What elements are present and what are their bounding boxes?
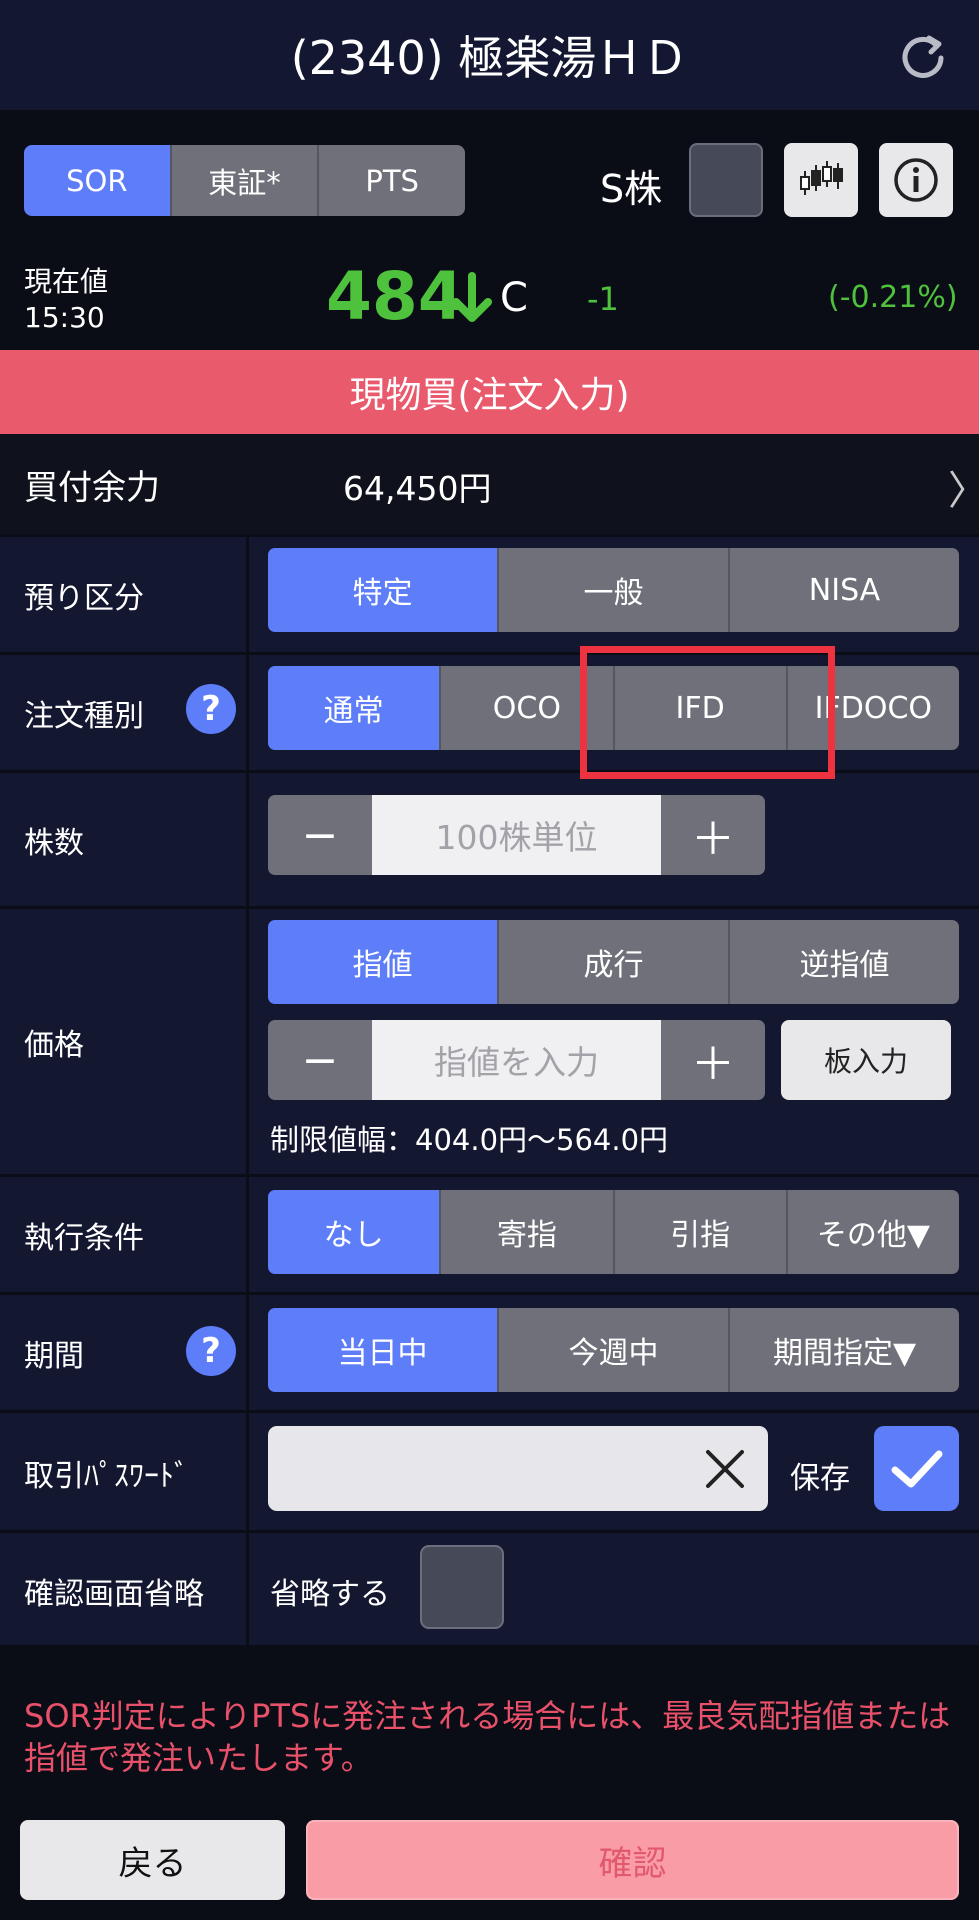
- current-price: 484: [326, 258, 464, 335]
- page-title: (2340) 極楽湯ＨＤ: [290, 31, 689, 85]
- price-type-limit[interactable]: 指値: [268, 920, 497, 1004]
- price-type-segment: 指値 成行 逆指値: [268, 920, 959, 1004]
- skip-confirm-label: 確認画面省略: [24, 1577, 204, 1612]
- execution-other[interactable]: その他▼: [785, 1190, 959, 1274]
- chevron-right-icon[interactable]: 〉: [948, 458, 979, 516]
- period-label: 期間: [24, 1339, 84, 1374]
- tab-sor[interactable]: SOR: [24, 145, 170, 216]
- deposit-option-tokutei[interactable]: 特定: [268, 548, 497, 632]
- checkmark-icon: [891, 1450, 942, 1487]
- deposit-option-ippan[interactable]: 一般: [497, 548, 728, 632]
- execution-label: 執行条件: [24, 1221, 144, 1256]
- current-price-label: 現在値 15:30: [24, 264, 108, 336]
- price-input[interactable]: 指値を入力: [372, 1020, 661, 1100]
- price-change: -1: [587, 280, 619, 318]
- buying-power-label: 買付余力: [24, 468, 160, 508]
- info-button[interactable]: [879, 143, 953, 217]
- shares-input[interactable]: 100株単位: [372, 795, 661, 875]
- period-custom[interactable]: 期間指定▼: [728, 1308, 959, 1392]
- password-label: 取引ﾊﾟｽﾜｰﾄﾞ: [24, 1459, 189, 1494]
- shares-minus-button[interactable]: −: [268, 795, 372, 875]
- skip-confirm-option-label: 省略する: [270, 1577, 390, 1612]
- sor-notice: SOR判定によりPTSに発注される場合には、最良気配指値または指値で発注いたしま…: [24, 1697, 951, 1777]
- period-this-week[interactable]: 今週中: [497, 1308, 728, 1392]
- confirm-button[interactable]: 確認: [306, 1820, 959, 1900]
- board-input-button[interactable]: 板入力: [781, 1020, 951, 1100]
- save-label: 保存: [790, 1461, 850, 1496]
- s-kabu-checkbox[interactable]: [689, 143, 763, 217]
- tab-pts[interactable]: PTS: [317, 145, 465, 216]
- highlight-box: [580, 646, 835, 779]
- price-type-stop[interactable]: 逆指値: [728, 920, 959, 1004]
- current-price-label-text: 現在値: [24, 265, 109, 298]
- skip-confirm-checkbox[interactable]: [420, 1545, 504, 1629]
- execution-segment: なし 寄指 引指 その他▼: [268, 1190, 959, 1274]
- price-plus-button[interactable]: ＋: [661, 1020, 765, 1100]
- price-limit-range: 制限値幅：404.0円〜564.0円: [270, 1123, 669, 1157]
- price-stepper: − 指値を入力 ＋: [268, 1020, 765, 1100]
- price-change-percent: (-0.21%): [828, 280, 958, 315]
- refresh-icon[interactable]: [895, 30, 951, 86]
- current-price-time: 15:30: [24, 301, 105, 334]
- order-type-normal[interactable]: 通常: [268, 666, 440, 750]
- deposit-segment: 特定 一般 NISA: [268, 548, 959, 632]
- help-icon[interactable]: ?: [186, 1326, 236, 1376]
- down-arrow-icon: [452, 272, 492, 322]
- back-button[interactable]: 戻る: [20, 1820, 285, 1900]
- tab-tse[interactable]: 東証*: [169, 145, 318, 216]
- execution-close[interactable]: 引指: [612, 1190, 786, 1274]
- column-divider: [246, 534, 249, 1645]
- close-icon[interactable]: [700, 1444, 750, 1494]
- shares-plus-button[interactable]: ＋: [661, 795, 765, 875]
- buying-power-value: 64,450円: [343, 469, 492, 508]
- shares-stepper: − 100株単位 ＋: [268, 795, 765, 875]
- deposit-label: 預り区分: [24, 581, 144, 616]
- period-segment: 当日中 今週中 期間指定▼: [268, 1308, 959, 1392]
- period-today[interactable]: 当日中: [268, 1308, 497, 1392]
- chart-button[interactable]: [784, 143, 858, 217]
- price-type-market[interactable]: 成行: [497, 920, 728, 1004]
- shares-label: 株数: [24, 826, 84, 861]
- save-checkbox[interactable]: [874, 1426, 959, 1511]
- s-kabu-label: S株: [600, 167, 663, 211]
- password-input[interactable]: [268, 1426, 768, 1511]
- market-tabs: SOR 東証* PTS: [24, 145, 465, 216]
- candlestick-icon: [800, 161, 843, 195]
- price-c-mark: C: [500, 275, 528, 321]
- info-icon: [894, 158, 938, 202]
- price-minus-button[interactable]: −: [268, 1020, 372, 1100]
- execution-open[interactable]: 寄指: [439, 1190, 613, 1274]
- deposit-option-nisa[interactable]: NISA: [728, 548, 959, 632]
- order-type-banner: 現物買(注文入力): [0, 350, 979, 434]
- price-label: 価格: [24, 1028, 84, 1063]
- help-icon[interactable]: ?: [186, 684, 236, 734]
- execution-none[interactable]: なし: [268, 1190, 440, 1274]
- order-type-label: 注文種別: [24, 699, 144, 734]
